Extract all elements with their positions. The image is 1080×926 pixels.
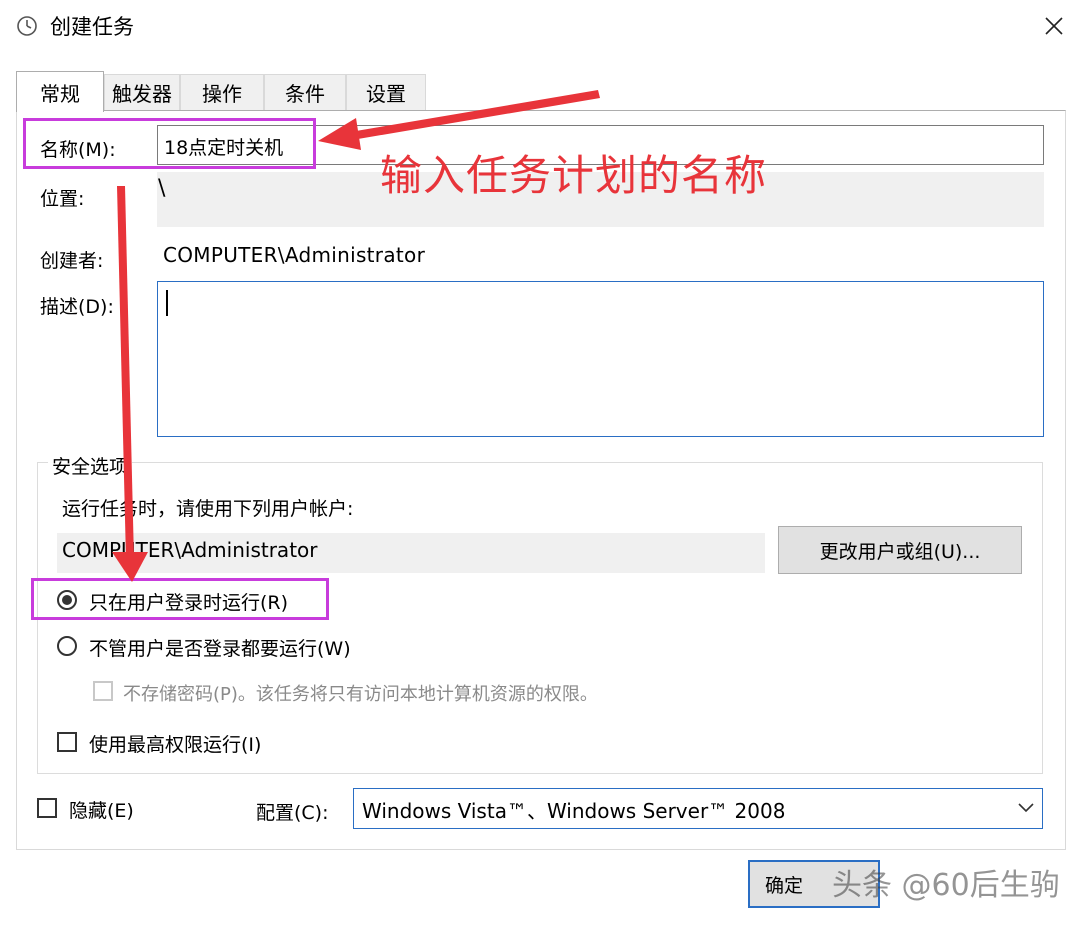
arrow-shaft-vertical: [117, 186, 134, 560]
arrow-head-down-icon: [112, 552, 148, 582]
arrow-shaft-horizontal: [350, 90, 600, 140]
annotation-arrows: [112, 90, 600, 582]
tab-general[interactable]: 常规: [16, 71, 104, 112]
tab-label: 常规: [40, 81, 80, 106]
watermark: 头条 @60后生驹: [832, 868, 1060, 903]
arrow-head-left-icon: [318, 118, 361, 150]
annotation-callout: 输入任务计划的名称: [380, 151, 768, 200]
